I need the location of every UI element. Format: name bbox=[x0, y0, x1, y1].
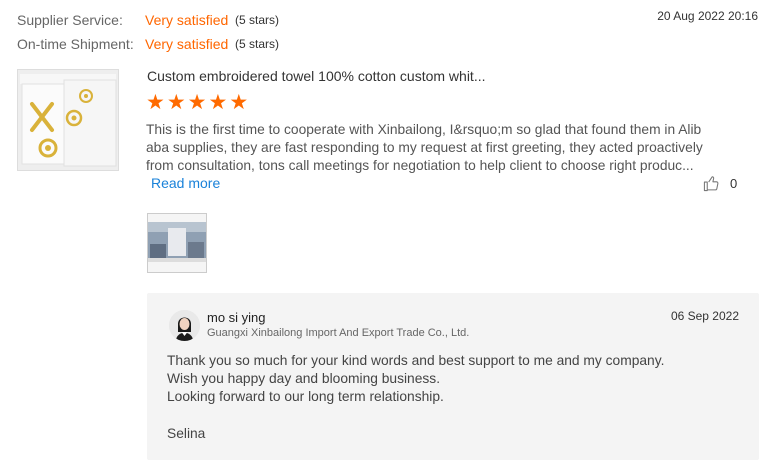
rating-label: On-time Shipment: bbox=[17, 36, 134, 52]
rating-value: Very satisfied bbox=[145, 12, 229, 28]
replier-company: Guangxi Xinbailong Import And Export Tra… bbox=[207, 327, 470, 339]
like-count: 0 bbox=[730, 176, 738, 191]
review-photo[interactable] bbox=[147, 213, 207, 273]
star-icon: ★ bbox=[166, 91, 186, 114]
read-more-link[interactable]: Read more bbox=[151, 175, 220, 191]
supplier-ratings: Supplier Service: Very satisfied (5 star… bbox=[17, 8, 279, 56]
reply-signature: Selina bbox=[167, 426, 206, 441]
supplier-reply: mo si ying Guangxi Xinbailong Import And… bbox=[147, 293, 759, 460]
avatar bbox=[169, 310, 200, 341]
rating-stars-text: (5 stars) bbox=[235, 13, 280, 27]
user-avatar-image bbox=[169, 310, 200, 341]
rating-stars-text: (5 stars) bbox=[235, 37, 280, 51]
star-icon: ★ bbox=[187, 91, 207, 114]
star-icon: ★ bbox=[146, 91, 165, 114]
review-text-line: from consultation, tons call meetings fo… bbox=[146, 158, 694, 174]
thumbs-up-icon bbox=[703, 176, 719, 192]
reply-date: 06 Sep 2022 bbox=[670, 309, 739, 323]
reply-line: Looking forward to our long term relatio… bbox=[167, 389, 444, 405]
review-star-rating: ★ ★ ★ ★ ★ bbox=[146, 92, 248, 114]
star-icon: ★ bbox=[208, 91, 228, 114]
rating-row-ontime-shipment: On-time Shipment: Very satisfied (5 star… bbox=[17, 32, 279, 56]
review-text-line: aba supplies, they are fast responding t… bbox=[146, 140, 703, 156]
reply-line: Thank you so much for your kind words an… bbox=[167, 353, 665, 368]
replier-name: mo si ying bbox=[207, 310, 266, 325]
review-text-line: This is the first time to cooperate with… bbox=[146, 122, 702, 137]
rating-row-supplier-service: Supplier Service: Very satisfied (5 star… bbox=[17, 8, 279, 32]
reply-body: Thank you so much for your kind words an… bbox=[167, 352, 664, 407]
product-thumbnail[interactable] bbox=[17, 69, 119, 171]
review-text: This is the first time to cooperate with… bbox=[146, 121, 706, 176]
review-photo-image bbox=[148, 214, 206, 272]
rating-label: Supplier Service: bbox=[17, 12, 123, 28]
like-button[interactable]: 0 bbox=[703, 175, 737, 192]
star-icon: ★ bbox=[229, 91, 249, 114]
rating-value: Very satisfied bbox=[145, 36, 229, 52]
towel-image bbox=[18, 70, 118, 170]
review-date: 20 Aug 2022 20:16 bbox=[657, 9, 758, 23]
reply-line: Wish you happy day and blooming business… bbox=[167, 371, 441, 387]
product-title[interactable]: Custom embroidered towel 100% cotton cus… bbox=[147, 68, 486, 84]
